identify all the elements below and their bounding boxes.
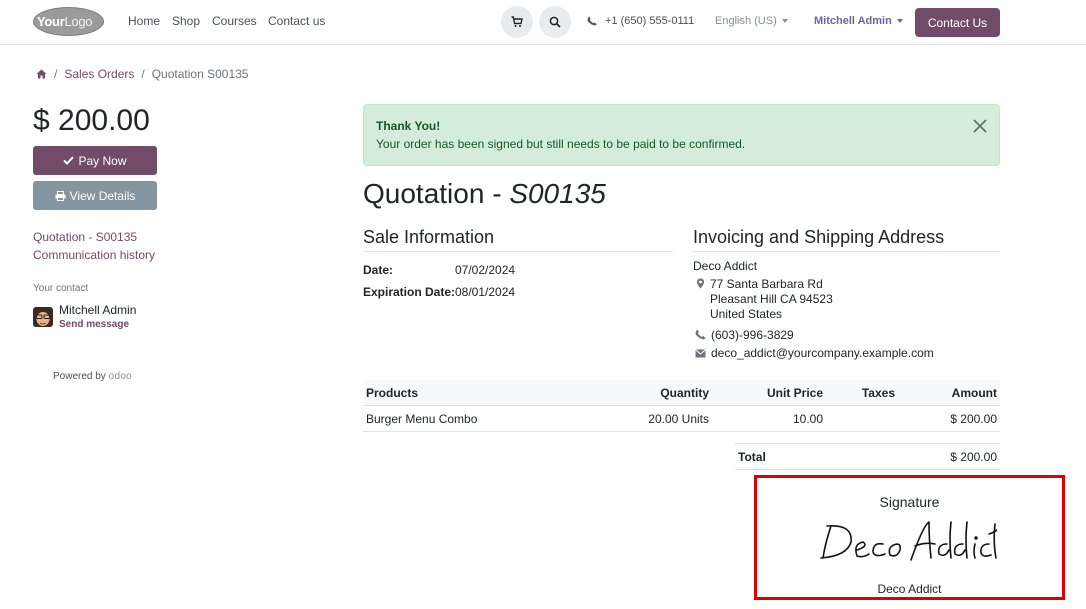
section-divider [363,251,673,252]
table-divider [363,431,1000,432]
handwritten-signature [820,521,997,561]
customer-phone: (603)-996-3829 [711,328,794,342]
view-details-button[interactable]: View Details [33,181,157,210]
breadcrumb-separator: / [54,67,58,81]
phone-icon [695,329,706,340]
cart-button[interactable] [501,6,533,38]
expiration-date-label: Expiration Date: [363,285,456,299]
nav-home[interactable]: Home [128,14,160,28]
company-logo[interactable]: YourLogo [33,7,104,36]
phone-icon [587,16,597,26]
date-value: 07/02/2024 [455,263,516,277]
nav-courses[interactable]: Courses [212,14,257,28]
check-icon [63,156,75,165]
date-label: Date: [363,263,394,277]
cart-icon [511,16,523,27]
total-divider [735,469,1000,470]
success-alert: Thank You! Your order has been signed bu… [363,104,1000,166]
section-divider [693,251,1000,252]
avatar-face-icon [33,307,53,327]
page-title: Quotation - S00135 [363,178,606,210]
view-details-label: View Details [69,188,136,203]
chevron-down-icon [781,19,788,24]
signature-title: Signature [879,494,940,510]
nav-contact-us[interactable]: Contact us [268,14,325,28]
col-quantity: Quantity [660,386,709,400]
row-quantity: 20.00 Units [648,412,709,426]
address-country: United States [710,307,783,321]
signature-panel: Signature Deco Addict [754,475,1065,600]
sidebar-link-quotation[interactable]: Quotation - S00135 [33,230,137,244]
nav-shop[interactable]: Shop [172,14,200,28]
powered-by-label: Powered by [53,371,106,382]
odoo-brand: odoo [108,371,133,382]
total-divider [735,443,1000,444]
language-dropdown[interactable]: English (US) [715,15,788,27]
envelope-icon [695,349,706,358]
signature-name: Deco Addict [877,582,942,596]
user-name: Mitchell Admin [814,15,892,27]
total-label: Total [738,450,766,464]
sale-information-title: Sale Information [363,227,495,247]
powered-by[interactable]: Powered by odoo [53,371,132,382]
your-contact-label: Your contact [33,283,89,294]
breadcrumb: / Sales Orders / Quotation S00135 [36,67,248,81]
alert-message: Your order has been signed but still nee… [376,137,746,151]
top-navbar: YourLogo Home Shop Courses Contact us +1… [0,0,1086,45]
pay-now-button[interactable]: Pay Now [33,146,157,175]
col-products: Products [366,386,419,400]
alert-title: Thank You! [376,119,441,133]
user-menu[interactable]: Mitchell Admin [814,15,903,27]
total-value: $ 200.00 [950,450,997,464]
customer-name: Deco Addict [693,259,758,273]
row-unit-price: 10.00 [792,412,823,426]
col-taxes: Taxes [861,386,895,400]
chevron-down-icon [896,19,903,24]
header-phone[interactable]: +1 (650) 555-0111 [587,15,694,27]
header-phone-number: +1 (650) 555-0111 [605,15,695,27]
page-title-prefix: Quotation - [363,178,510,209]
expiration-date-value: 08/01/2024 [455,285,516,299]
contact-name: Mitchell Admin [59,303,137,317]
contact-us-button[interactable]: Contact Us [915,8,1000,37]
table-divider [363,405,1000,406]
close-icon[interactable] [971,117,989,135]
search-button[interactable] [539,6,571,38]
print-icon [55,190,66,201]
col-unit-price: Unit Price [766,386,823,400]
breadcrumb-sales-orders[interactable]: Sales Orders [64,67,134,81]
row-product: Burger Menu Combo [366,412,478,426]
customer-email: deco_addict@yourcompany.example.com [711,346,934,360]
total-amount: $ 200.00 [33,104,150,137]
send-message-link[interactable]: Send message [59,319,129,330]
quotation-reference: S00135 [509,178,606,209]
breadcrumb-separator: / [141,67,145,81]
home-icon[interactable] [36,69,47,79]
address-city: Pleasant Hill CA 94523 [710,292,833,306]
breadcrumb-current: Quotation S00135 [151,67,249,81]
pay-now-label: Pay Now [78,153,127,168]
sidebar-link-communication-history[interactable]: Communication history [33,248,155,262]
language-label: English (US) [715,15,777,27]
address-title: Invoicing and Shipping Address [693,227,945,247]
col-amount: Amount [951,386,997,400]
row-amount: $ 200.00 [950,412,997,426]
address-street: 77 Santa Barbara Rd [710,277,823,291]
map-marker-icon [697,278,704,289]
search-icon [549,16,561,28]
logo-text: YourLogo [37,14,93,29]
avatar [33,307,53,327]
